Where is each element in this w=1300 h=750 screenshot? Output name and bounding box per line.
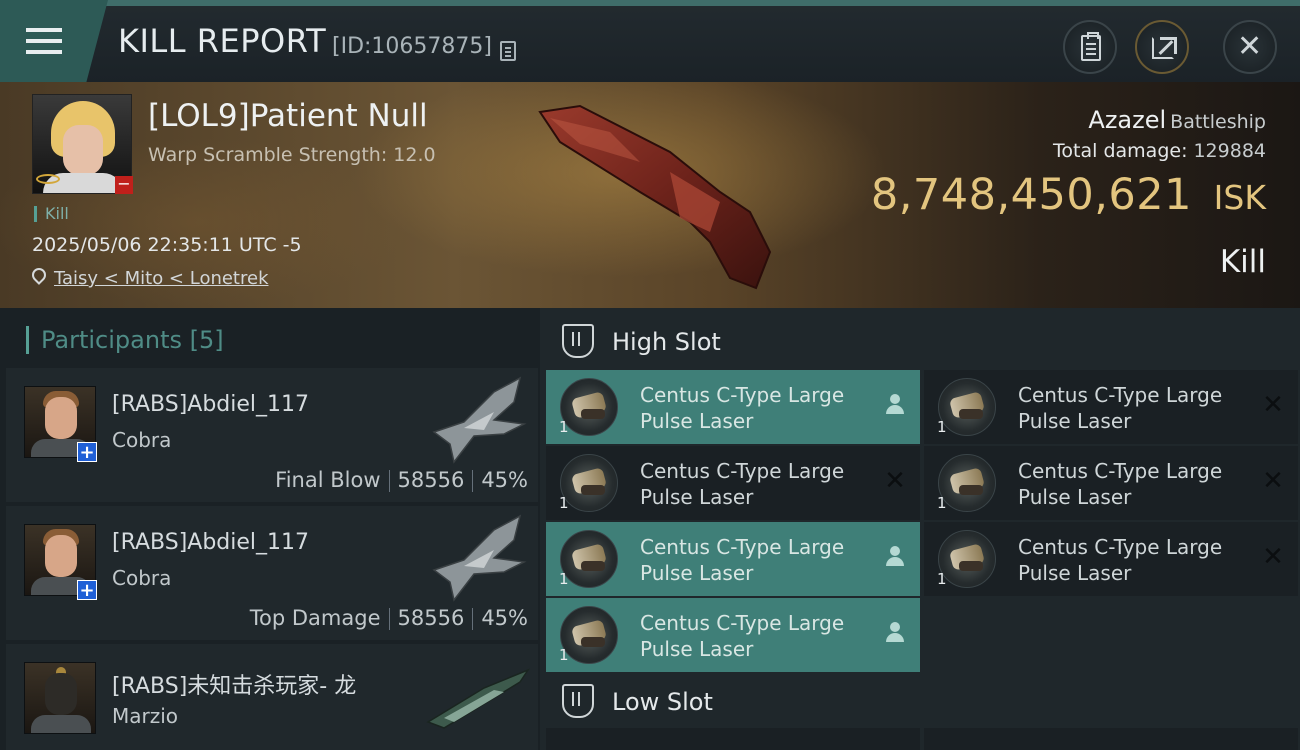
location-pin-icon [29,265,49,285]
share-icon [1152,37,1177,59]
result-label: Kill [1219,244,1266,280]
laser-module-icon [938,454,996,512]
total-damage: Total damage: 129884 [1053,140,1266,162]
standing-plus-badge: + [77,442,97,462]
close-icon: ✕ [1237,29,1263,64]
module-name: Centus C-Type Large Pulse Laser [1018,459,1223,509]
low-slot-label: Low Slot [612,688,713,716]
module-item[interactable]: 1 Centus C-Type Large Pulse Laser ✕ [546,446,920,520]
alliance-icon [36,174,60,184]
module-item[interactable]: 1 Centus C-Type Large Pulse Laser ✕ [924,370,1298,444]
module-item[interactable]: 1 Centus C-Type Large Pulse Laser [546,370,920,444]
clipboard-icon [1081,32,1101,61]
dropped-person-icon [882,392,908,418]
participant-ship-render [426,668,530,729]
module-quantity: 1 [937,418,947,436]
laser-module-icon [560,454,618,512]
copy-icon[interactable] [500,41,516,61]
module-item-partial[interactable] [924,728,1298,750]
clipboard-button[interactable] [1063,20,1117,74]
victim-ship-name[interactable]: Azazel Battleship [1088,106,1266,134]
participant-ship-render [432,376,527,464]
close-button[interactable]: ✕ [1223,20,1277,74]
participant-name: [RABS]Abdiel_117 [112,530,310,555]
participant-stats: Final Blow 58556 45% [275,468,528,492]
victim-ship-class: Battleship [1170,111,1266,133]
module-name: Centus C-Type Large Pulse Laser [1018,383,1223,433]
participant-row[interactable]: + [RABS]Abdiel_117 Cobra Top Damage 58556… [6,506,538,640]
participant-row[interactable]: [RABS]未知击杀玩家- 龙 Marzio [6,644,538,750]
destroyed-x-icon: ✕ [1262,466,1284,496]
victim-name[interactable]: [LOL9]Patient Null [148,98,428,134]
module-quantity: 1 [559,646,569,664]
laser-module-icon [938,378,996,436]
total-damage-value: 129884 [1193,140,1266,162]
page-title: KILL REPORT [118,22,327,60]
participants-panel: Participants [5] + [RABS]Abdiel_117 Cobr… [0,308,540,750]
module-quantity: 1 [559,570,569,588]
dropped-person-icon [882,544,908,570]
participant-damage: 58556 [397,468,465,492]
module-quantity: 1 [559,418,569,436]
report-id: [ID:10657875] [332,34,492,59]
destroyed-x-icon: ✕ [884,466,906,496]
module-item[interactable]: 1 Centus C-Type Large Pulse Laser ✕ [924,446,1298,520]
victim-banner: − [LOL9]Patient Null Warp Scramble Stren… [0,82,1300,308]
standing-minus-badge: − [115,176,133,194]
share-button[interactable] [1135,20,1189,74]
module-item[interactable]: 1 Centus C-Type Large Pulse Laser [546,598,920,672]
participant-ship: Cobra [112,428,172,452]
participant-stats: Top Damage 58556 45% [250,606,528,630]
menu-button[interactable] [0,0,108,82]
menu-icon [26,28,62,54]
fitting-panel: High Slot 1 Centus C-Type Large Pulse La… [540,308,1300,750]
participant-ship-render [432,514,527,602]
kill-timestamp: 2025/05/06 22:35:11 UTC -5 [32,234,302,256]
participants-header: Participants [5] [26,326,224,354]
module-name: Centus C-Type Large Pulse Laser [640,383,845,433]
module-item[interactable]: 1 Centus C-Type Large Pulse Laser [546,522,920,596]
participant-percent: 45% [481,606,528,630]
participant-name: [RABS]未知击杀玩家- 龙 [112,674,357,699]
laser-module-icon [560,378,618,436]
module-name: Centus C-Type Large Pulse Laser [640,611,845,661]
participant-percent: 45% [481,468,528,492]
participant-role: Final Blow [275,468,381,492]
participant-name: [RABS]Abdiel_117 [112,392,310,417]
warp-scramble-strength: Warp Scramble Strength: 12.0 [148,144,436,166]
laser-module-icon [560,606,618,664]
module-quantity: 1 [937,570,947,588]
dropped-person-icon [882,620,908,646]
low-slot-icon [562,684,594,718]
header-bar: KILL REPORT [ID:10657875] ✕ [0,0,1300,82]
laser-module-icon [938,530,996,588]
location-link[interactable]: Taisy < Mito < Lonetrek [54,268,269,289]
module-quantity: 1 [559,494,569,512]
participant-damage: 58556 [397,606,465,630]
standing-plus-badge: + [77,580,97,600]
module-name: Centus C-Type Large Pulse Laser [1018,535,1223,585]
kill-tag: Kill [34,206,69,222]
laser-module-icon [560,530,618,588]
participant-avatar[interactable] [24,662,96,734]
module-name: Centus C-Type Large Pulse Laser [640,535,845,585]
module-quantity: 1 [937,494,947,512]
destroyed-x-icon: ✕ [1262,390,1284,420]
participant-role: Top Damage [249,606,381,630]
high-slot-label: High Slot [612,328,721,356]
participant-ship: Cobra [112,566,172,590]
isk-value: 8,748,450,621 [870,170,1192,220]
participant-ship: Marzio [112,704,179,728]
module-item-partial[interactable] [546,728,920,750]
participant-row[interactable]: + [RABS]Abdiel_117 Cobra Final Blow 58556… [6,368,538,502]
isk-unit: ISK [1213,178,1266,217]
victim-ship-render [538,104,772,290]
module-name: Centus C-Type Large Pulse Laser [640,459,845,509]
destroyed-x-icon: ✕ [1262,542,1284,572]
module-item[interactable]: 1 Centus C-Type Large Pulse Laser ✕ [924,522,1298,596]
high-slot-icon [562,324,594,358]
